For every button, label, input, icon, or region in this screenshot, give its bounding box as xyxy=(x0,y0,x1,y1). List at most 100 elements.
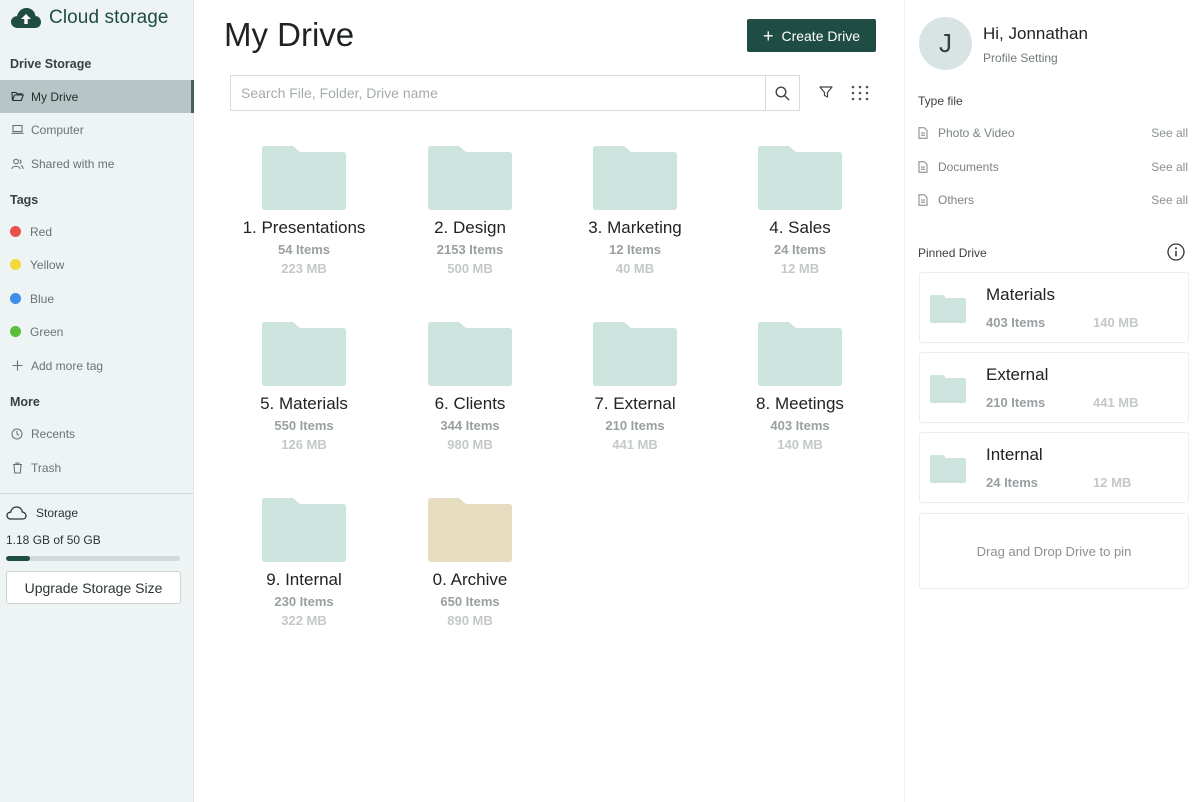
pinned-name: Internal xyxy=(986,445,1043,464)
search-input[interactable] xyxy=(231,76,765,110)
info-icon[interactable] xyxy=(1167,243,1185,261)
sidebar-item-recents[interactable]: Recents xyxy=(0,417,194,450)
sidebar-item-label: Trash xyxy=(31,460,62,475)
sidebar-tag-red[interactable]: Red xyxy=(0,215,194,248)
folder-items: 550 Items xyxy=(274,418,334,433)
pin-drop-zone[interactable]: Drag and Drop Drive to pin xyxy=(919,513,1189,589)
tag-label: Blue xyxy=(30,291,55,306)
folder-items: 54 Items xyxy=(277,242,331,257)
folder-icon xyxy=(593,146,677,210)
folder-icon xyxy=(262,498,346,562)
cloud-upload-icon xyxy=(11,8,41,28)
folder-items: 24 Items xyxy=(773,242,827,257)
plus-icon: + xyxy=(762,25,774,46)
folder-icon xyxy=(262,322,346,386)
see-all-link[interactable]: See all xyxy=(1151,126,1188,140)
folder-icon xyxy=(930,375,966,403)
pinned-items: 210 Items xyxy=(986,395,1046,410)
sidebar-item-label: Computer xyxy=(31,122,84,137)
type-row-photo-video: Photo & Video See all xyxy=(918,123,1188,143)
type-label: Documents xyxy=(938,160,999,174)
folder-size: 223 MB xyxy=(281,261,327,276)
sidebar-item-trash[interactable]: Trash xyxy=(0,451,194,484)
search-icon xyxy=(775,85,790,101)
folder-size: 322 MB xyxy=(281,613,327,628)
tag-dot xyxy=(10,259,21,270)
see-all-link[interactable]: See all xyxy=(1151,160,1188,174)
folder-items: 2153 Items xyxy=(436,242,504,257)
pinned-items: 24 Items xyxy=(986,475,1039,490)
upgrade-storage-button[interactable]: Upgrade Storage Size xyxy=(6,571,181,604)
folder-archive[interactable]: 0. Archive 650 Items 890 MB xyxy=(390,498,550,628)
section-title-more: More xyxy=(10,395,40,409)
type-label: Others xyxy=(938,193,975,207)
sidebar-item-label: Recents xyxy=(31,426,76,441)
sidebar-item-my-drive[interactable]: My Drive xyxy=(0,80,194,113)
folder-icon xyxy=(262,146,346,210)
storage-progress-fill xyxy=(6,556,31,561)
folder-size: 500 MB xyxy=(447,261,493,276)
folder-size: 12 MB xyxy=(780,261,820,276)
folder-materials[interactable]: 5. Materials 550 Items 126 MB xyxy=(224,322,384,452)
pinned-name: External xyxy=(986,365,1049,384)
sidebar-tag-blue[interactable]: Blue xyxy=(0,282,194,315)
file-icon xyxy=(918,161,930,173)
folder-name: 8. Meetings xyxy=(756,394,844,413)
folder-presentations[interactable]: 1. Presentations 54 Items 223 MB xyxy=(224,146,384,276)
folder-shape xyxy=(428,146,512,210)
pinned-card-materials[interactable]: Materials 403 Items 140 MB xyxy=(919,272,1189,343)
folder-design[interactable]: 2. Design 2153 Items 500 MB xyxy=(390,146,550,276)
tag-dot xyxy=(10,293,21,304)
folder-sales[interactable]: 4. Sales 24 Items 12 MB xyxy=(720,146,880,276)
brand[interactable]: Cloud storage xyxy=(10,6,169,30)
folder-icon xyxy=(930,295,966,323)
sidebar-item-computer[interactable]: Computer xyxy=(0,113,194,146)
search-button[interactable] xyxy=(765,76,799,110)
pinned-size: 140 MB xyxy=(1093,315,1139,330)
folder-clients[interactable]: 6. Clients 344 Items 980 MB xyxy=(390,322,550,452)
main-content: My Drive + Create Drive 1. Presentations… xyxy=(194,0,904,802)
folder-icon xyxy=(758,146,842,210)
folder-icon xyxy=(428,498,512,562)
storage-used-text: 1.18 GB of 50 GB xyxy=(6,533,101,547)
folder-icon xyxy=(758,322,842,386)
sidebar-item-shared-with-me[interactable]: Shared with me xyxy=(0,147,194,180)
folder-marketing[interactable]: 3. Marketing 12 Items 40 MB xyxy=(555,146,715,276)
plus-icon xyxy=(10,359,24,373)
pinned-card-internal[interactable]: Internal 24 Items 12 MB xyxy=(919,432,1189,503)
section-title-tags: Tags xyxy=(10,193,39,207)
avatar[interactable]: J xyxy=(919,17,972,70)
section-title-drive-storage: Drive Storage xyxy=(10,57,92,71)
greeting: Hi, Jonnathan xyxy=(983,24,1088,43)
folder-internal[interactable]: 9. Internal 230 Items 322 MB xyxy=(224,498,384,628)
folder-name: 1. Presentations xyxy=(242,218,366,237)
add-tag-button[interactable]: Add more tag xyxy=(0,349,194,382)
sidebar-item-label: My Drive xyxy=(31,89,79,104)
folder-icon xyxy=(930,455,966,483)
tag-label: Yellow xyxy=(30,257,65,272)
folder-shape xyxy=(758,146,842,210)
search-bar xyxy=(230,75,800,111)
folder-icon xyxy=(593,322,677,386)
brand-name: Cloud storage xyxy=(49,7,169,28)
pinned-card-external[interactable]: External 210 Items 441 MB xyxy=(919,352,1189,423)
tag-label: Red xyxy=(30,224,53,239)
grid-view-icon[interactable] xyxy=(851,85,869,101)
folder-external[interactable]: 7. External 210 Items 441 MB xyxy=(555,322,715,452)
folder-shape xyxy=(262,146,346,210)
sidebar-tag-yellow[interactable]: Yellow xyxy=(0,248,194,281)
folder-size: 40 MB xyxy=(615,261,655,276)
pinned-drive-title: Pinned Drive xyxy=(918,246,987,260)
folder-items: 403 Items xyxy=(770,418,830,433)
pinned-items: 403 Items xyxy=(986,315,1046,330)
folder-size: 890 MB xyxy=(447,613,493,628)
see-all-link[interactable]: See all xyxy=(1151,193,1188,207)
profile-setting-link[interactable]: Profile Setting xyxy=(983,51,1058,65)
tag-dot xyxy=(10,326,21,337)
folder-meetings[interactable]: 8. Meetings 403 Items 140 MB xyxy=(720,322,880,452)
sidebar-tag-green[interactable]: Green xyxy=(0,315,194,348)
filter-icon[interactable] xyxy=(818,84,834,100)
folder-name: 0. Archive xyxy=(432,570,508,589)
create-drive-button[interactable]: + Create Drive xyxy=(747,19,876,52)
folder-name: 5. Materials xyxy=(260,394,348,413)
